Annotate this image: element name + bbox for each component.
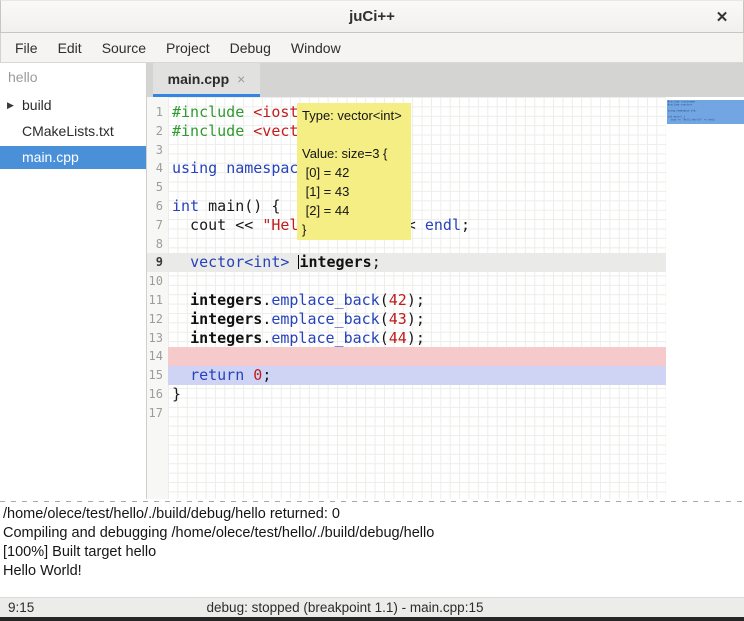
expander-arrow-icon[interactable]: ▶ bbox=[7, 94, 14, 117]
code-text: cout << "Hello World!" << endl; bbox=[168, 216, 666, 235]
menu-source[interactable]: Source bbox=[92, 35, 156, 61]
menu-file[interactable]: File bbox=[5, 35, 48, 61]
tab-main-cpp[interactable]: main.cpp × bbox=[153, 63, 260, 97]
code-line[interactable]: 13 integers.emplace_back(44); bbox=[147, 329, 666, 348]
code-line[interactable]: 14 bbox=[147, 347, 666, 366]
minimap-code: #include <iostream> #include <vector> us… bbox=[667, 100, 744, 124]
line-number: 14 bbox=[147, 347, 168, 366]
code-text bbox=[168, 141, 666, 160]
menu-debug[interactable]: Debug bbox=[220, 35, 281, 61]
title-bar[interactable]: juCi++ ✕ bbox=[0, 0, 744, 33]
project-root-label[interactable]: hello bbox=[0, 63, 146, 85]
tooltip-line: Value: size=3 { bbox=[302, 144, 406, 163]
tree-item-label: CMakeLists.txt bbox=[22, 123, 114, 139]
code-text bbox=[168, 272, 666, 291]
tree-item-label: main.cpp bbox=[22, 149, 79, 165]
file-tree-sidebar: hello ▶ build CMakeLists.txt main.cpp bbox=[0, 63, 147, 499]
line-number: 9 bbox=[147, 253, 168, 272]
menu-project[interactable]: Project bbox=[156, 35, 220, 61]
tooltip-line bbox=[302, 125, 406, 144]
tree-item-label: build bbox=[22, 97, 52, 113]
code-text: integers.emplace_back(43); bbox=[168, 310, 666, 329]
line-number: 4 bbox=[147, 159, 168, 178]
terminal-line: /home/olece/test/hello/./build/debug/hel… bbox=[3, 505, 744, 524]
line-number: 17 bbox=[147, 404, 168, 423]
line-number: 15 bbox=[147, 366, 168, 385]
line-number: 1 bbox=[147, 103, 168, 122]
code-line[interactable]: 15 return 0; bbox=[147, 366, 666, 385]
code-text: } bbox=[168, 385, 666, 404]
code-text bbox=[168, 178, 666, 197]
line-number: 3 bbox=[147, 141, 168, 160]
tooltip-line: Type: vector<int> bbox=[302, 106, 406, 125]
code-line[interactable]: 10 bbox=[147, 272, 666, 291]
window-bottom-edge bbox=[0, 617, 744, 621]
code-text bbox=[168, 404, 666, 423]
menu-bar: FileEditSourceProjectDebugWindow bbox=[0, 33, 744, 63]
tree-item-build[interactable]: ▶ build bbox=[0, 94, 146, 117]
terminal-line: [100%] Built target hello bbox=[3, 543, 744, 562]
tree-item-cmakelists-txt[interactable]: CMakeLists.txt bbox=[0, 120, 146, 143]
tooltip-line: } bbox=[302, 220, 406, 239]
line-number: 13 bbox=[147, 329, 168, 348]
line-number: 2 bbox=[147, 122, 168, 141]
tree-item-main-cpp[interactable]: main.cpp bbox=[0, 146, 146, 169]
code-text bbox=[168, 235, 666, 254]
line-number: 16 bbox=[147, 385, 168, 404]
tooltip-line: [2] = 44 bbox=[302, 201, 406, 220]
code-line[interactable]: 17 bbox=[147, 404, 666, 423]
status-bar: 9:15 debug: stopped (breakpoint 1.1) - m… bbox=[0, 597, 744, 617]
terminal-line: Hello World! bbox=[3, 562, 744, 581]
code-text: vector<int> integers; bbox=[168, 253, 666, 272]
code-line[interactable]: 12 integers.emplace_back(43); bbox=[147, 310, 666, 329]
menu-edit[interactable]: Edit bbox=[48, 35, 92, 61]
line-number: 8 bbox=[147, 235, 168, 254]
debug-value-tooltip: Type: vector<int> Value: size=3 { [0] = … bbox=[297, 103, 411, 240]
terminal-line: Compiling and debugging /home/olece/test… bbox=[3, 524, 744, 543]
window-title: juCi++ bbox=[1, 8, 743, 25]
tab-close-icon[interactable]: × bbox=[237, 71, 245, 87]
code-editor[interactable]: #include <iostream> #include <vector> us… bbox=[147, 97, 744, 499]
file-tree: ▶ build CMakeLists.txt main.cpp bbox=[0, 94, 146, 169]
code-line[interactable]: 11 integers.emplace_back(42); bbox=[147, 291, 666, 310]
tooltip-line: [0] = 42 bbox=[302, 163, 406, 182]
line-number: 11 bbox=[147, 291, 168, 310]
line-number: 12 bbox=[147, 310, 168, 329]
juci-window: juCi++ ✕ FileEditSourceProjectDebugWindo… bbox=[0, 0, 744, 621]
line-number: 5 bbox=[147, 178, 168, 197]
tab-label: main.cpp bbox=[168, 71, 229, 87]
debug-status-label: debug: stopped (breakpoint 1.1) - main.c… bbox=[0, 600, 690, 615]
terminal-output[interactable]: /home/olece/test/hello/./build/debug/hel… bbox=[0, 504, 744, 597]
code-text: integers.emplace_back(42); bbox=[168, 291, 666, 310]
code-text: #include <iostream> bbox=[168, 103, 666, 122]
code-text: integers.emplace_back(44); bbox=[168, 329, 666, 348]
code-text: return 0; bbox=[168, 366, 666, 385]
minimap-viewport[interactable]: #include <iostream> #include <vector> us… bbox=[667, 100, 744, 124]
line-number: 10 bbox=[147, 272, 168, 291]
code-text: int main() { bbox=[168, 197, 666, 216]
code-text: #include <vector> bbox=[168, 122, 666, 141]
minimap[interactable]: #include <iostream> #include <vector> us… bbox=[666, 97, 744, 499]
code-text: using namespace std; bbox=[168, 159, 666, 178]
code-line[interactable]: 9 vector<int> integers; bbox=[147, 253, 666, 272]
line-number: 7 bbox=[147, 216, 168, 235]
tab-bar: main.cpp × bbox=[147, 63, 744, 97]
menu-window[interactable]: Window bbox=[281, 35, 351, 61]
code-line[interactable]: 16} bbox=[147, 385, 666, 404]
tooltip-line: [1] = 43 bbox=[302, 182, 406, 201]
line-number: 6 bbox=[147, 197, 168, 216]
close-icon[interactable]: ✕ bbox=[711, 7, 733, 29]
editor-column: main.cpp × #include <iostream> #include … bbox=[147, 63, 744, 499]
code-text bbox=[168, 347, 666, 366]
